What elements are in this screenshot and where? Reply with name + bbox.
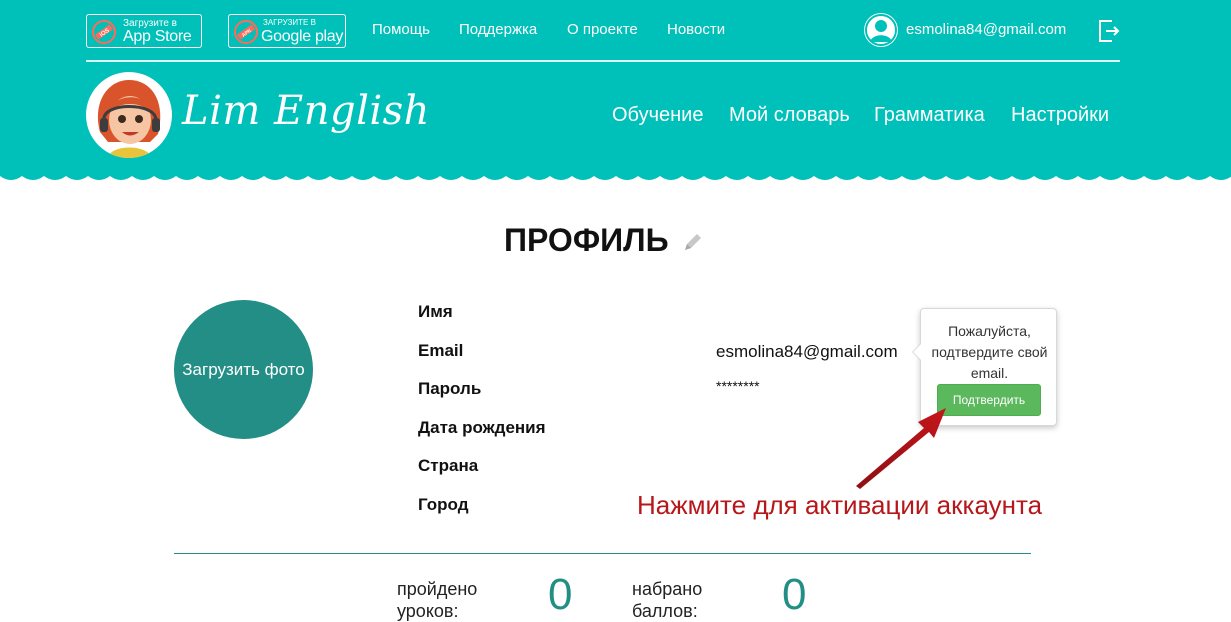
support-link[interactable]: Поддержка [459,21,537,38]
nav-dictionary[interactable]: Мой словарь [729,104,850,127]
user-avatar[interactable] [864,13,898,47]
nav-settings[interactable]: Настройки [1011,104,1109,127]
lessons-completed-label: пройдено уроков: [397,579,478,621]
app-store-big-label: App Store [123,28,192,45]
points-earned-value: 0 [782,570,807,619]
stats-divider [174,553,1031,554]
user-email[interactable]: esmolina84@gmail.com [906,21,1066,38]
pencil-icon[interactable] [682,231,704,253]
email-label: Email [418,341,464,360]
birthdate-label: Дата рождения [418,418,546,437]
upload-photo-button[interactable]: Загрузить фото [174,300,313,439]
confirm-email-button[interactable]: Подтвердить [937,384,1041,416]
points-earned-label: набрано баллов: [632,579,703,621]
country-label: Страна [418,456,479,475]
brand-name[interactable]: Lim English [182,88,430,134]
header-divider [86,60,1120,62]
mascot-icon [88,74,170,158]
lessons-completed-value: 0 [548,570,573,619]
news-link[interactable]: Новости [667,21,725,38]
google-play-big-label: Google play [261,28,344,45]
google-play-badge[interactable]: APK ЗАГРУЗИТЕ В Google play [228,14,346,48]
header-wave [0,170,1231,180]
email-value: esmolina84@gmail.com [716,342,898,361]
popover-arrow-inner [913,344,921,360]
hint-arrow-icon [856,408,946,489]
nav-learning[interactable]: Обучение [612,104,703,127]
logout-icon[interactable] [1098,17,1120,45]
nav-grammar[interactable]: Грамматика [874,104,985,127]
name-label: Имя [418,302,453,321]
google-play-small-label: ЗАГРУЗИТЕ В [263,18,316,27]
password-label: Пароль [418,379,482,398]
google-play-icon: APK [234,20,258,44]
app-store-icon: iOS [92,20,116,44]
page-title: ПРОФИЛЬ [504,222,669,258]
app-store-badge[interactable]: iOS Загрузите в App Store [86,14,202,48]
mascot-logo[interactable] [86,72,172,158]
password-value: ******** [716,378,760,394]
activation-hint: Нажмите для активации аккаунта [637,490,1043,520]
help-link[interactable]: Помощь [372,21,430,38]
user-icon [865,14,897,46]
popover-message: Пожалуйста, подтвердите свой email. [931,323,1048,381]
header: iOS Загрузите в App Store APK ЗАГРУЗИТЕ … [0,0,1231,176]
about-link[interactable]: О проекте [567,21,638,38]
city-label: Город [418,495,469,514]
